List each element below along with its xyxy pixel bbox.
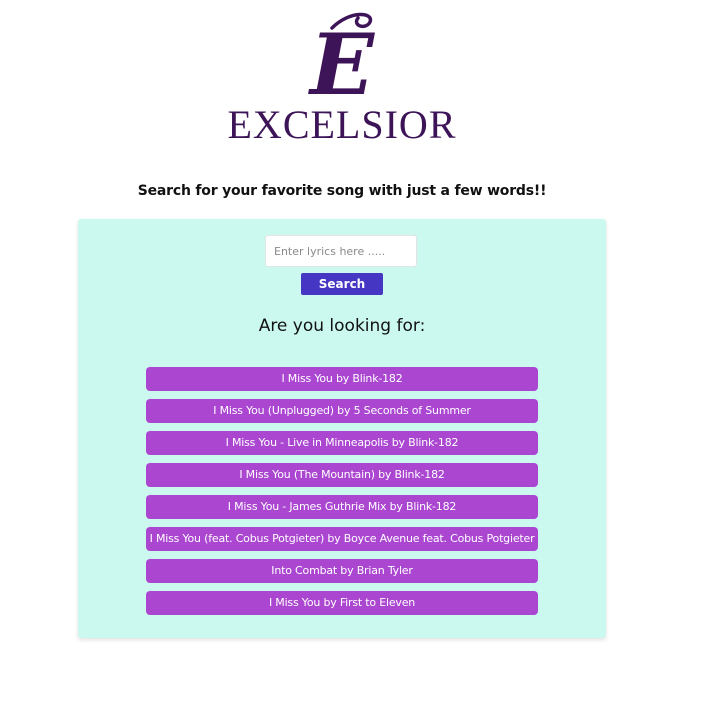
- logo-monogram: E: [308, 15, 375, 114]
- search-button[interactable]: Search: [301, 273, 383, 295]
- result-item[interactable]: I Miss You - James Guthrie Mix by Blink-…: [146, 495, 538, 519]
- result-item[interactable]: Into Combat by Brian Tyler: [146, 559, 538, 583]
- results-heading: Are you looking for:: [258, 316, 426, 336]
- page: E EXCELSIOR Search for your favorite son…: [0, 0, 704, 720]
- excelsior-logo-graphic: E EXCELSIOR: [228, 12, 457, 147]
- search-panel: Search Are you looking for: I Miss You b…: [78, 219, 606, 638]
- excelsior-logo: E EXCELSIOR: [212, 8, 472, 148]
- result-item[interactable]: I Miss You by Blink-182: [146, 367, 538, 391]
- results-list: I Miss You by Blink-182 I Miss You (Unpl…: [146, 367, 538, 623]
- result-item[interactable]: I Miss You by First to Eleven: [146, 591, 538, 615]
- result-item[interactable]: I Miss You (Unplugged) by 5 Seconds of S…: [146, 399, 538, 423]
- result-item[interactable]: I Miss You (feat. Cobus Potgieter) by Bo…: [146, 527, 538, 551]
- result-item[interactable]: I Miss You - Live in Minneapolis by Blin…: [146, 431, 538, 455]
- result-item[interactable]: I Miss You (The Mountain) by Blink-182: [146, 463, 538, 487]
- lyrics-search-input[interactable]: [265, 235, 417, 267]
- tagline: Search for your favorite song with just …: [137, 183, 547, 199]
- logo-wordmark: EXCELSIOR: [228, 102, 457, 147]
